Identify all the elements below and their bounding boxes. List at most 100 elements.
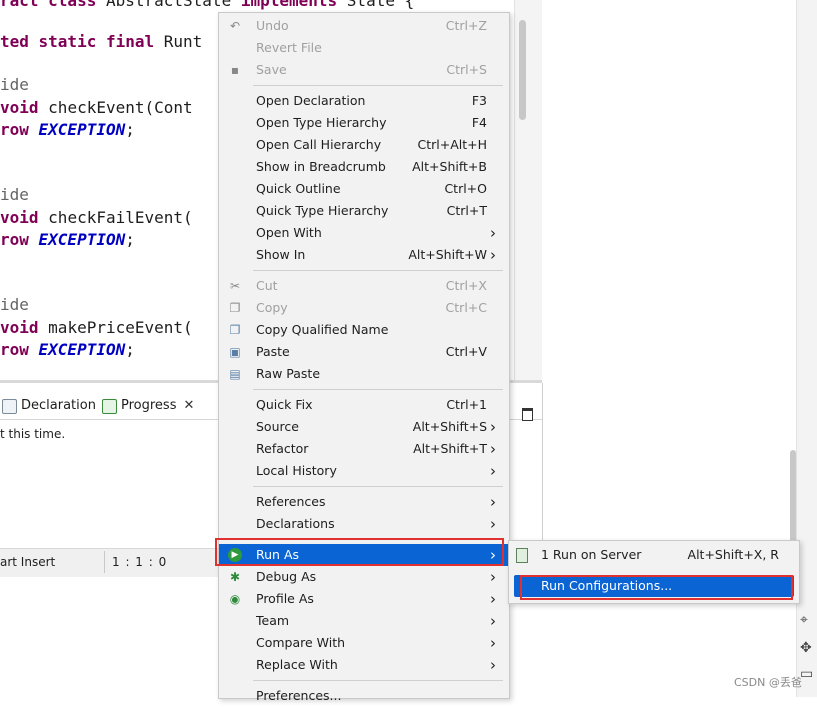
tab-progress-close-icon[interactable]: ✕ bbox=[183, 395, 194, 417]
menu-item-save[interactable]: ▪ Save Ctrl+S bbox=[219, 59, 509, 81]
menu-item-quick-fix[interactable]: Quick Fix Ctrl+1 bbox=[219, 394, 509, 416]
menu-item-label: Open Type Hierarchy bbox=[256, 115, 387, 130]
menu-item-label: Raw Paste bbox=[256, 366, 321, 381]
menu-item-undo[interactable]: ↶ Undo Ctrl+Z bbox=[219, 15, 509, 37]
server-icon bbox=[516, 548, 528, 563]
submenu-arrow-icon: › bbox=[490, 568, 496, 586]
copy-qualified-name-icon: ❐ bbox=[229, 323, 241, 337]
submenu-arrow-icon: › bbox=[490, 440, 496, 458]
menu-item-shortcut: Ctrl+Alt+H bbox=[417, 137, 487, 152]
cut-icon: ✂ bbox=[229, 279, 241, 293]
progress-view-message: t this time. bbox=[0, 427, 66, 441]
menu-item-open-call-hierarchy[interactable]: Open Call Hierarchy Ctrl+Alt+H bbox=[219, 134, 509, 156]
code-line[interactable]: ted static final Runt bbox=[0, 31, 202, 53]
expand-arrows-icon[interactable]: ✥ bbox=[800, 640, 812, 656]
menu-item-shortcut: Ctrl+T bbox=[446, 203, 487, 218]
right-scrollbar-thumb[interactable] bbox=[790, 450, 796, 542]
menu-item-label: Quick Fix bbox=[256, 397, 313, 412]
menu-item-preferences[interactable]: Preferences... bbox=[219, 685, 509, 707]
code-line[interactable]: row EXCEPTION; bbox=[0, 339, 135, 361]
menu-item-team[interactable]: Team › bbox=[219, 610, 509, 632]
menu-item-shortcut: Ctrl+O bbox=[444, 181, 487, 196]
submenu-arrow-icon: › bbox=[490, 246, 496, 264]
menu-item-label: Save bbox=[256, 62, 287, 77]
submenu-arrow-icon: › bbox=[490, 418, 496, 436]
menu-item-label: Paste bbox=[256, 344, 290, 359]
code-token: void bbox=[0, 318, 49, 337]
code-token: row bbox=[0, 230, 39, 249]
menu-item-label: Cut bbox=[256, 278, 278, 293]
declaration-view-icon bbox=[2, 398, 17, 414]
tab-declaration-label: Declaration bbox=[21, 398, 96, 413]
editor-scrollbar-thumb[interactable] bbox=[519, 20, 526, 120]
paste-icon: ▣ bbox=[229, 345, 241, 359]
submenu-arrow-icon: › bbox=[490, 656, 496, 674]
menu-item-raw-paste[interactable]: ▤ Raw Paste bbox=[219, 363, 509, 385]
code-token: makePriceEvent( bbox=[48, 318, 193, 337]
menu-item-shortcut: Alt+Shift+W bbox=[408, 247, 487, 262]
menu-item-shortcut: Ctrl+Z bbox=[445, 18, 487, 33]
menu-item-shortcut: Ctrl+C bbox=[445, 300, 487, 315]
menu-item-quick-type-hierarchy[interactable]: Quick Type Hierarchy Ctrl+T bbox=[219, 200, 509, 222]
menu-item-label: Open Call Hierarchy bbox=[256, 137, 382, 152]
menu-item-show-in[interactable]: Show In Alt+Shift+W › bbox=[219, 244, 509, 266]
menu-item-declarations[interactable]: Declarations › bbox=[219, 513, 509, 535]
crosshair-icon[interactable]: ⌖ bbox=[800, 612, 808, 628]
menu-item-local-history[interactable]: Local History › bbox=[219, 460, 509, 482]
menu-item-cut[interactable]: ✂ Cut Ctrl+X bbox=[219, 275, 509, 297]
code-token: EXCEPTION bbox=[38, 340, 126, 359]
menu-item-label: Undo bbox=[256, 18, 289, 33]
maximize-view-icon[interactable] bbox=[522, 408, 533, 421]
tab-declaration[interactable]: Declaration bbox=[2, 395, 96, 417]
menu-item-quick-outline[interactable]: Quick Outline Ctrl+O bbox=[219, 178, 509, 200]
window-icon[interactable]: ▭ bbox=[800, 666, 813, 682]
code-token: Runt bbox=[163, 32, 203, 51]
menu-item-debug-as[interactable]: ✱ Debug As › bbox=[219, 566, 509, 588]
status-cursor-position: 1 : 1 : 0 bbox=[112, 555, 168, 569]
code-line[interactable]: row EXCEPTION; bbox=[0, 229, 135, 251]
menu-item-copy-qualified-name[interactable]: ❐ Copy Qualified Name bbox=[219, 319, 509, 341]
tab-progress[interactable]: Progress ✕ bbox=[98, 395, 199, 417]
profile-icon: ◉ bbox=[229, 592, 241, 606]
code-line[interactable]: void checkEvent(Cont bbox=[0, 97, 193, 119]
code-token: void bbox=[0, 98, 49, 117]
menu-item-compare-with[interactable]: Compare With › bbox=[219, 632, 509, 654]
debug-icon: ✱ bbox=[229, 570, 241, 584]
code-token: ; bbox=[125, 120, 135, 139]
menu-item-show-in-breadcrumb[interactable]: Show in Breadcrumb Alt+Shift+B bbox=[219, 156, 509, 178]
menu-item-label: Compare With bbox=[256, 635, 346, 650]
submenu-arrow-icon: › bbox=[490, 493, 496, 511]
code-line[interactable]: void checkFailEvent( bbox=[0, 207, 193, 229]
menu-item-references[interactable]: References › bbox=[219, 491, 509, 513]
tab-progress-label: Progress bbox=[121, 398, 177, 413]
code-line[interactable]: ract class AbstractState implements Stat… bbox=[0, 0, 414, 12]
code-line[interactable]: ide bbox=[0, 74, 29, 96]
menu-separator bbox=[253, 389, 503, 390]
menu-item-open-with[interactable]: Open With › bbox=[219, 222, 509, 244]
code-line[interactable]: row EXCEPTION; bbox=[0, 119, 135, 141]
menu-item-paste[interactable]: ▣ Paste Ctrl+V bbox=[219, 341, 509, 363]
menu-item-shortcut: Ctrl+V bbox=[445, 344, 487, 359]
copy-icon: ❐ bbox=[229, 301, 241, 315]
menu-item-refactor[interactable]: Refactor Alt+Shift+T › bbox=[219, 438, 509, 460]
menu-item-revert-file[interactable]: Revert File bbox=[219, 37, 509, 59]
menu-item-shortcut: Ctrl+X bbox=[445, 278, 487, 293]
submenu-arrow-icon: › bbox=[490, 634, 496, 652]
code-line[interactable]: ide bbox=[0, 294, 29, 316]
code-token: implements bbox=[240, 0, 347, 10]
menu-item-copy[interactable]: ❐ Copy Ctrl+C bbox=[219, 297, 509, 319]
code-line[interactable]: void makePriceEvent( bbox=[0, 317, 193, 339]
menu-item-label: Profile As bbox=[256, 591, 314, 606]
menu-item-open-type-hierarchy[interactable]: Open Type Hierarchy F4 bbox=[219, 112, 509, 134]
menu-item-open-declaration[interactable]: Open Declaration F3 bbox=[219, 90, 509, 112]
submenu-item-1-run-on-server[interactable]: 1 Run on Server Alt+Shift+X, R bbox=[509, 544, 799, 566]
code-token: State { bbox=[346, 0, 415, 10]
status-separator bbox=[104, 551, 105, 573]
menu-item-profile-as[interactable]: ◉ Profile As › bbox=[219, 588, 509, 610]
menu-item-source[interactable]: Source Alt+Shift+S › bbox=[219, 416, 509, 438]
submenu-arrow-icon: › bbox=[490, 515, 496, 533]
code-line[interactable]: ide bbox=[0, 184, 29, 206]
code-token: EXCEPTION bbox=[38, 230, 126, 249]
menu-item-replace-with[interactable]: Replace With › bbox=[219, 654, 509, 676]
menu-separator bbox=[253, 85, 503, 86]
